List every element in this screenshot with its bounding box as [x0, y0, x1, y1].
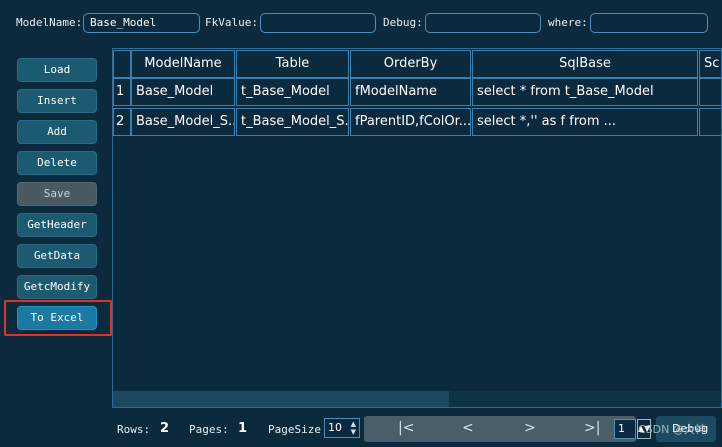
add-button[interactable]: Add: [17, 120, 97, 144]
row-number-header: [113, 50, 131, 78]
next-page-icon[interactable]: >: [524, 420, 536, 436]
filter-bar: ModelName: Base_Model FkValue: Debug: wh…: [0, 0, 722, 46]
pagesize-spinner-icon[interactable]: ▲ ▼: [351, 420, 356, 436]
pager-bar: |< < > >|: [364, 416, 636, 442]
pagesize-input[interactable]: 10 ▲ ▼: [324, 418, 360, 438]
current-page-input[interactable]: 1: [614, 419, 636, 439]
fk-value-label: FkValue:: [205, 16, 258, 29]
get-header-button[interactable]: GetHeader: [17, 213, 97, 237]
fk-value-input[interactable]: [260, 13, 376, 33]
insert-button[interactable]: Insert: [17, 89, 97, 113]
rows-label: Rows:: [117, 423, 151, 436]
prev-page-icon[interactable]: <: [462, 420, 474, 436]
model-name-label: ModelName:: [16, 16, 83, 29]
delete-button[interactable]: Delete: [17, 151, 97, 175]
debug-label: Debug:: [383, 16, 423, 29]
cell-sc[interactable]: [699, 78, 721, 106]
rows-value: 2: [160, 421, 170, 436]
row-number: 2: [113, 108, 131, 136]
cell-sqlbase[interactable]: select *,'' as f from ...: [472, 108, 698, 136]
first-page-icon[interactable]: |<: [398, 420, 414, 436]
pagesize-label: PageSize: [268, 423, 321, 436]
pages-label: Pages:: [189, 423, 229, 436]
cell-table[interactable]: t_Base_Model: [236, 78, 349, 106]
column-header-modelname[interactable]: ModelName: [131, 50, 235, 78]
get-data-button[interactable]: GetData: [17, 244, 97, 268]
scrollbar-thumb[interactable]: [113, 391, 449, 407]
where-label: where:: [548, 16, 588, 29]
column-header-sqlbase[interactable]: SqlBase: [472, 50, 698, 78]
column-header-sc[interactable]: Sc: [699, 50, 721, 78]
debug-input[interactable]: [425, 13, 541, 33]
load-button[interactable]: Load: [17, 58, 97, 82]
horizontal-scrollbar[interactable]: [113, 391, 721, 407]
data-grid: ModelName Table OrderBy SqlBase Sc 1 Bas…: [112, 48, 722, 408]
watermark: CSDN @大神: [638, 423, 706, 436]
cell-orderby[interactable]: fParentID,fColOr...: [350, 108, 471, 136]
cell-orderby[interactable]: fModelName: [350, 78, 471, 106]
column-header-table[interactable]: Table: [236, 50, 349, 78]
model-name-input[interactable]: Base_Model: [83, 13, 200, 33]
cell-modelname[interactable]: Base_Model: [131, 78, 235, 106]
pagesize-value: 10: [328, 421, 342, 434]
cell-sqlbase[interactable]: select * from t_Base_Model: [472, 78, 698, 106]
cell-modelname[interactable]: Base_Model_S...: [131, 108, 235, 136]
save-button[interactable]: Save: [17, 182, 97, 206]
cell-sc[interactable]: [699, 108, 721, 136]
last-page-icon[interactable]: >|: [584, 420, 600, 436]
get-modify-button[interactable]: GetcModify: [17, 275, 97, 299]
highlight-box: [4, 300, 112, 336]
column-header-orderby[interactable]: OrderBy: [350, 50, 471, 78]
pages-value: 1: [238, 421, 248, 436]
row-number: 1: [113, 78, 131, 106]
cell-table[interactable]: t_Base_Model_S...: [236, 108, 349, 136]
where-input[interactable]: [590, 13, 708, 33]
